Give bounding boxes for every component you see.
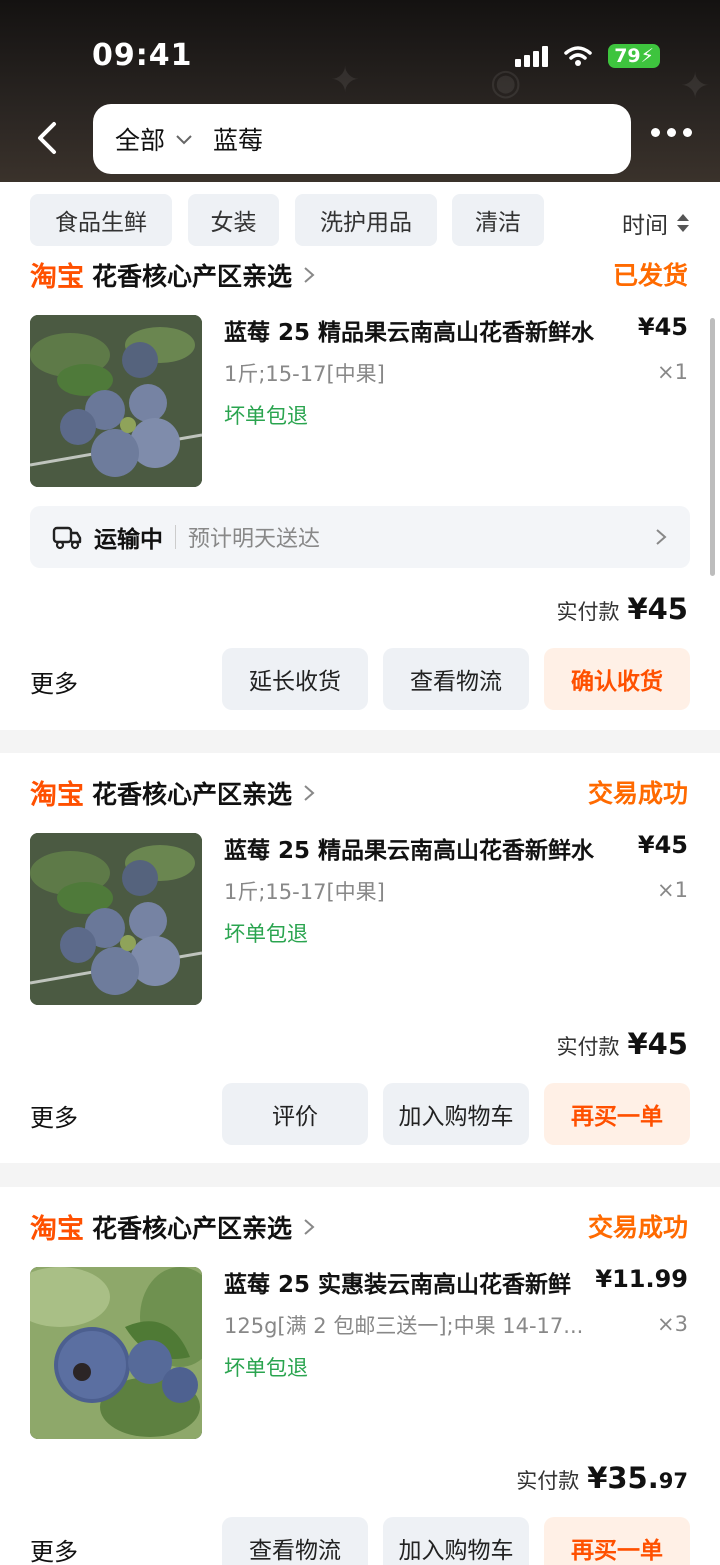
view-logistics-button[interactable]: 查看物流 <box>222 1517 368 1565</box>
product-quantity: ×1 <box>657 360 688 384</box>
order-card[interactable]: 淘宝 花香核心产区亲选 已发货 蓝莓 25 精品果云南高山花香新鲜水 ¥45 1… <box>0 250 720 730</box>
review-button[interactable]: 评价 <box>222 1083 368 1145</box>
order-card[interactable]: 淘宝 花香核心产区亲选 交易成功 蓝莓 25 精品果云南高山花香新鲜水 ¥45 … <box>0 753 720 1163</box>
chevron-right-icon <box>304 784 315 801</box>
paid-label: 实付款 <box>556 1035 620 1059</box>
truck-icon <box>52 526 82 550</box>
product-price: ¥45 <box>637 831 688 859</box>
confirm-receipt-button[interactable]: 确认收货 <box>544 648 690 710</box>
search-query: 蓝莓 <box>213 126 264 155</box>
status-time: 09:41 <box>92 38 193 73</box>
guarantee-badge: 坏单包退 <box>224 404 308 428</box>
order-card[interactable]: 淘宝 花香核心产区亲选 交易成功 蓝莓 25 实惠装云南高山花香新鲜 ¥11.9… <box>0 1187 720 1565</box>
more-options-icon[interactable] <box>651 128 692 137</box>
shop-link[interactable]: 淘宝 花香核心产区亲选 <box>30 773 318 812</box>
shop-name: 花香核心产区亲选 <box>92 261 293 291</box>
product-price: ¥45 <box>637 313 688 341</box>
paid-amount: 实付款 ¥45 <box>556 592 688 626</box>
sparkle-icon: ✦ <box>680 66 711 107</box>
scrollbar[interactable] <box>710 318 715 576</box>
search-scope[interactable]: 全部 <box>115 121 165 157</box>
paid-value: ¥35.97 <box>587 1461 688 1495</box>
battery-level: 79 <box>614 45 641 67</box>
filter-chip[interactable]: 清洁 <box>452 194 544 246</box>
filter-chip[interactable]: 食品生鲜 <box>30 194 172 246</box>
order-status: 交易成功 <box>587 779 688 808</box>
product-spec: 1斤;15-17[中果] <box>224 362 385 386</box>
paid-value: ¥45 <box>627 592 688 626</box>
product-title[interactable]: 蓝莓 25 精品果云南高山花香新鲜水 <box>224 831 594 865</box>
taobao-logo: 淘宝 <box>30 780 84 811</box>
filter-bar: 食品生鲜 女装 洗护用品 清洁 时间 <box>0 182 720 250</box>
guarantee-badge: 坏单包退 <box>224 922 308 946</box>
buy-again-button[interactable]: 再买一单 <box>544 1517 690 1565</box>
chevron-right-icon <box>304 266 315 283</box>
product-price: ¥11.99 <box>595 1265 688 1293</box>
taobao-logo: 淘宝 <box>30 262 84 293</box>
order-status: 已发货 <box>612 261 688 290</box>
chevron-down-icon <box>176 135 192 145</box>
search-input[interactable]: 全部 蓝莓 <box>93 104 631 174</box>
chevron-right-icon <box>304 1218 315 1235</box>
paid-label: 实付款 <box>556 600 620 624</box>
sparkle-icon: ✦ <box>330 60 361 101</box>
buy-again-button[interactable]: 再买一单 <box>544 1083 690 1145</box>
view-logistics-button[interactable]: 查看物流 <box>383 648 529 710</box>
paid-label: 实付款 <box>516 1469 580 1493</box>
shop-name: 花香核心产区亲选 <box>92 779 293 809</box>
product-title[interactable]: 蓝莓 25 精品果云南高山花香新鲜水 <box>224 313 594 347</box>
filter-chip[interactable]: 洗护用品 <box>295 194 437 246</box>
more-link[interactable]: 更多 <box>30 1098 78 1133</box>
battery-indicator: 79⚡ <box>608 44 660 68</box>
cat-decoration-icon: ◉ <box>490 62 522 103</box>
sort-icon <box>677 214 689 232</box>
back-button[interactable] <box>30 118 70 158</box>
divider <box>175 525 176 549</box>
paid-value: ¥45 <box>627 1027 688 1061</box>
product-spec: 125g[满 2 包邮三送一];中果 14-17... <box>224 1314 584 1338</box>
paid-amount: 实付款 ¥35.97 <box>516 1461 688 1495</box>
guarantee-badge: 坏单包退 <box>224 1356 308 1380</box>
product-spec: 1斤;15-17[中果] <box>224 880 385 904</box>
shipping-eta: 预计明天送达 <box>188 527 321 552</box>
product-image[interactable] <box>30 1267 202 1439</box>
add-to-cart-button[interactable]: 加入购物车 <box>383 1517 529 1565</box>
product-image[interactable] <box>30 833 202 1005</box>
shop-name: 花香核心产区亲选 <box>92 1213 293 1243</box>
shop-link[interactable]: 淘宝 花香核心产区亲选 <box>30 255 318 294</box>
paid-amount: 实付款 ¥45 <box>556 1027 688 1061</box>
chevron-right-icon <box>656 529 667 545</box>
shop-link[interactable]: 淘宝 花香核心产区亲选 <box>30 1207 318 1246</box>
product-title[interactable]: 蓝莓 25 实惠装云南高山花香新鲜 <box>224 1265 571 1299</box>
more-link[interactable]: 更多 <box>30 1532 78 1565</box>
shipping-status: 运输中 <box>94 527 163 553</box>
shipping-info[interactable]: 运输中 预计明天送达 <box>30 506 690 568</box>
more-link[interactable]: 更多 <box>30 664 78 699</box>
filter-chip[interactable]: 女装 <box>188 194 279 246</box>
product-quantity: ×3 <box>657 1312 688 1336</box>
product-image[interactable] <box>30 315 202 487</box>
signal-icon <box>515 45 549 67</box>
product-quantity: ×1 <box>657 878 688 902</box>
header: ✦ ✦ ◉ 09:41 79⚡ 全部 蓝莓 <box>0 0 720 182</box>
sort-label: 时间 <box>622 213 668 239</box>
add-to-cart-button[interactable]: 加入购物车 <box>383 1083 529 1145</box>
wifi-icon <box>564 46 592 66</box>
order-status: 交易成功 <box>587 1213 688 1242</box>
sort-by-time[interactable]: 时间 <box>622 206 690 240</box>
taobao-logo: 淘宝 <box>30 1214 84 1245</box>
extend-receipt-button[interactable]: 延长收货 <box>222 648 368 710</box>
status-icons: 79⚡ <box>515 44 660 68</box>
charging-icon: ⚡ <box>640 45 654 67</box>
